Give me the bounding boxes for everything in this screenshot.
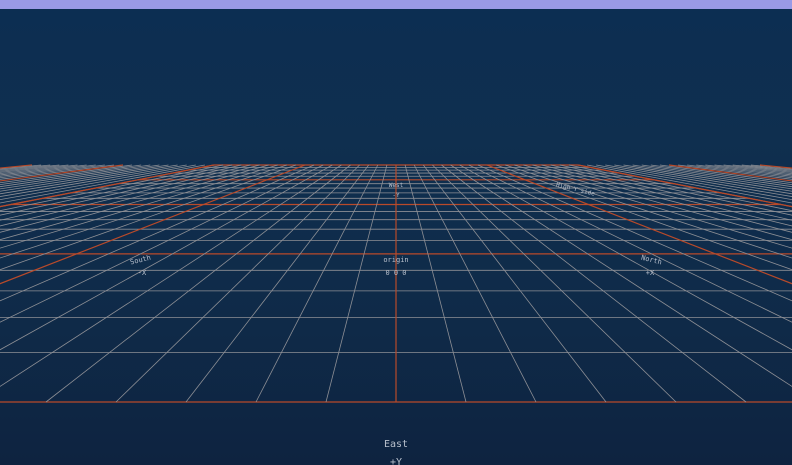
grid-minor-line bbox=[532, 164, 792, 233]
grid-minor-line bbox=[0, 164, 105, 179]
right-axis-label: +X bbox=[646, 269, 655, 277]
grid-minor-line bbox=[678, 164, 792, 180]
origin-coords: 0 0 0 bbox=[385, 269, 406, 277]
grid-minor-line bbox=[505, 164, 792, 259]
grid-minor-line bbox=[477, 164, 792, 302]
grid-minor-line bbox=[0, 164, 178, 195]
grid-minor-line bbox=[0, 164, 242, 221]
grid-minor-line bbox=[0, 164, 151, 188]
grid-minor-line bbox=[750, 164, 792, 170]
grid-minor-line bbox=[741, 164, 792, 171]
grid-minor-line bbox=[115, 164, 360, 403]
grid-minor-line bbox=[413, 164, 537, 403]
grid-minor-line bbox=[0, 164, 297, 271]
grid-minor-line bbox=[0, 164, 114, 180]
grid-minor-line bbox=[641, 164, 792, 188]
grid-major-line bbox=[759, 164, 792, 169]
grid-minor-line bbox=[404, 164, 467, 403]
grid-minor-line bbox=[0, 164, 51, 171]
grid-minor-line bbox=[0, 164, 233, 216]
grid-minor-line bbox=[45, 164, 351, 403]
ground-grid bbox=[0, 164, 792, 403]
grid-border-left bbox=[0, 164, 215, 208]
grid-viewport[interactable]: West -Y High Y side South -X origin 0 0 … bbox=[0, 0, 792, 465]
grid-minor-line bbox=[559, 164, 792, 216]
grid-minor-line bbox=[0, 164, 287, 259]
grid-minor-line bbox=[432, 164, 677, 403]
grid-minor-line bbox=[441, 164, 747, 403]
grid-border-right bbox=[577, 164, 792, 208]
near-label: East bbox=[384, 439, 408, 450]
grid-minor-line bbox=[255, 164, 379, 403]
grid-minor-line bbox=[325, 164, 388, 403]
grid-minor-line bbox=[687, 164, 792, 179]
grid-minor-line bbox=[514, 164, 792, 249]
grid-minor-line bbox=[650, 164, 792, 186]
grid-major-line bbox=[0, 164, 33, 169]
near-axis-label: +Y bbox=[390, 457, 402, 465]
far-axis-label: -Y bbox=[392, 192, 400, 199]
grid-minor-line bbox=[0, 164, 142, 186]
left-label: South bbox=[129, 254, 151, 267]
origin-label: origin bbox=[383, 256, 408, 264]
far-label: West bbox=[389, 182, 404, 189]
grid-minor-line bbox=[550, 164, 792, 221]
grid-minor-line bbox=[0, 164, 42, 170]
grid-minor-line bbox=[0, 164, 315, 302]
left-axis-label: -X bbox=[138, 269, 147, 277]
grid-minor-line bbox=[495, 164, 792, 271]
grid-minor-line bbox=[0, 164, 278, 249]
grid-minor-line bbox=[614, 164, 792, 195]
right-label: North bbox=[640, 254, 662, 267]
grid-minor-line bbox=[0, 164, 260, 233]
